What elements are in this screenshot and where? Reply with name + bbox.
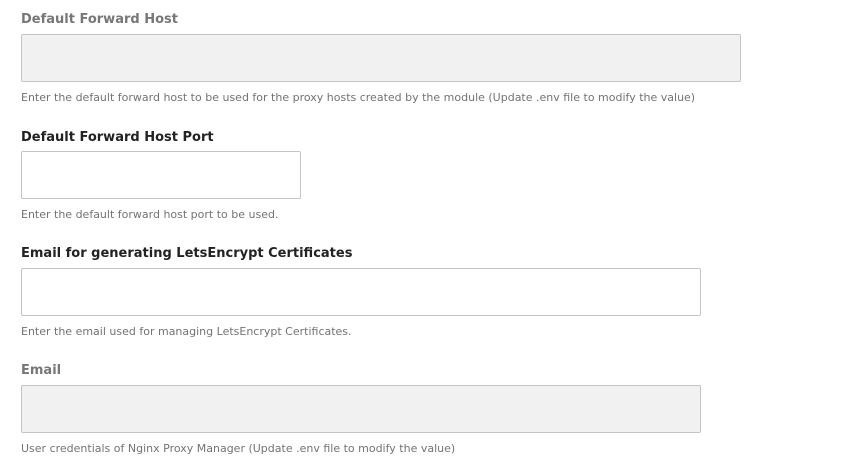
field-label: Default Forward Host: [21, 12, 178, 27]
default-forward-host-input[interactable]: [21, 34, 741, 82]
help-text: Enter the default forward host to be use…: [21, 91, 696, 104]
field-default-forward-host-port: Default Forward Host Port Enter the defa…: [21, 129, 301, 221]
help-text: Enter the default forward host port to b…: [21, 208, 279, 221]
email-input[interactable]: [21, 385, 701, 433]
field-label: Email for generating LetsEncrypt Certifi…: [21, 246, 353, 261]
field-default-forward-host: Default Forward Host Enter the default f…: [21, 11, 741, 104]
field-letsencrypt-email: Email for generating LetsEncrypt Certifi…: [21, 245, 701, 338]
letsencrypt-email-input[interactable]: [21, 268, 701, 316]
help-text: User credentials of Nginx Proxy Manager …: [21, 442, 456, 455]
help-text: Enter the email used for managing LetsEn…: [21, 325, 352, 338]
default-forward-host-port-input[interactable]: [21, 151, 301, 199]
field-label: Email: [21, 363, 62, 378]
field-email: Email User credentials of Nginx Proxy Ma…: [21, 362, 701, 455]
field-label: Default Forward Host Port: [21, 130, 214, 145]
